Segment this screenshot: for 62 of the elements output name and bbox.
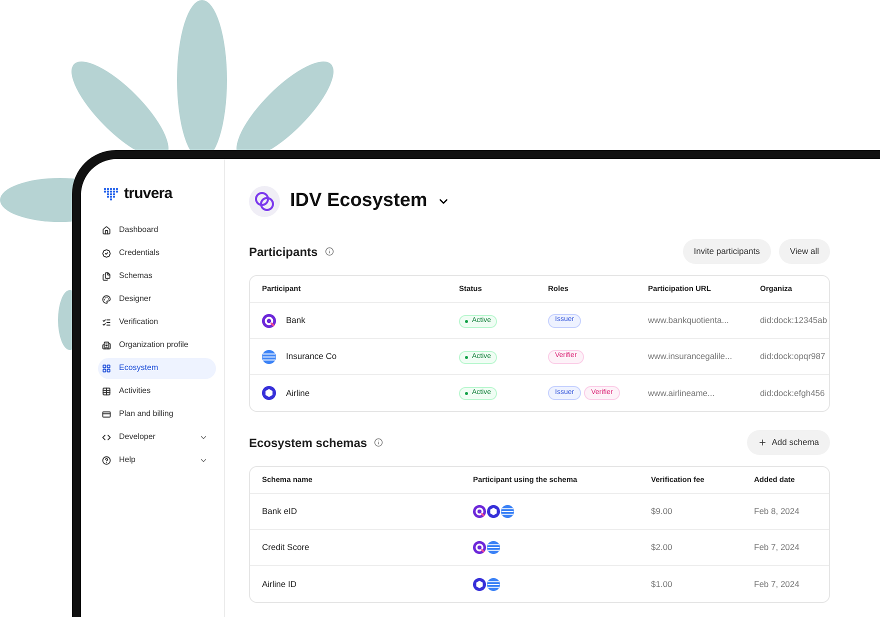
sidebar-item[interactable]: Ecosystem bbox=[98, 358, 216, 378]
hexagon-logo-icon bbox=[473, 578, 486, 590]
participant-name: Bank bbox=[286, 314, 306, 327]
add-schema-button[interactable]: Add schema bbox=[746, 430, 830, 455]
striped-globe-icon bbox=[487, 541, 500, 554]
linked-rings-logo-icon bbox=[249, 186, 280, 217]
added-date: Feb 7, 2024 bbox=[754, 542, 800, 552]
hexagon-logo-icon bbox=[487, 505, 500, 518]
sidebar-item[interactable]: Help bbox=[98, 450, 216, 470]
sidebar-item[interactable]: Dashboard bbox=[98, 220, 216, 240]
sidebar-item[interactable]: Verification bbox=[98, 312, 216, 332]
checklist-icon bbox=[102, 318, 111, 326]
pill-button[interactable]: View all bbox=[778, 239, 830, 264]
participation-url: www.bankquotienta... bbox=[648, 315, 729, 326]
organization-did: did:dock:efgh456 bbox=[760, 388, 825, 398]
brand-name: truvera bbox=[124, 184, 172, 204]
sidebar-item[interactable]: Activities bbox=[98, 380, 216, 402]
q-logo-icon bbox=[473, 541, 486, 554]
verification-fee: $1.00 bbox=[651, 578, 672, 589]
schema-name: Bank eID bbox=[262, 506, 297, 516]
ecosystem-title: IDV Ecosystem bbox=[290, 189, 428, 214]
badge-icon bbox=[102, 248, 111, 258]
hexagon-logo-icon bbox=[262, 386, 276, 400]
striped-globe-icon bbox=[501, 505, 514, 518]
grid-icon bbox=[102, 364, 111, 372]
organization-did: did:dock:12345ab bbox=[760, 315, 828, 326]
table-icon bbox=[102, 386, 111, 396]
help-icon bbox=[102, 456, 111, 464]
striped-globe-icon bbox=[487, 578, 500, 590]
info-icon[interactable] bbox=[324, 247, 334, 256]
participant-name: Insurance Co bbox=[286, 350, 337, 363]
participation-url: www.insurancegalile... bbox=[648, 351, 732, 362]
added-date: Feb 8, 2024 bbox=[754, 506, 800, 516]
info-icon[interactable] bbox=[374, 438, 384, 447]
schema-name: Airline ID bbox=[262, 578, 296, 589]
organization-did: did:dock:opqr987 bbox=[760, 351, 826, 362]
section-title: Ecosystem schemas bbox=[249, 434, 368, 452]
files-icon bbox=[102, 272, 111, 280]
participant-name: Airline bbox=[286, 386, 310, 400]
sidebar-item[interactable]: Designer bbox=[98, 288, 216, 310]
home-icon bbox=[102, 226, 111, 234]
sidebar-item[interactable]: Credentials bbox=[98, 242, 216, 264]
q-logo-icon bbox=[262, 314, 276, 328]
building-icon bbox=[102, 340, 111, 350]
sidebar-item[interactable]: Organization profile bbox=[98, 334, 216, 356]
code-icon bbox=[102, 432, 111, 442]
participation-url: www.airlineame... bbox=[648, 388, 715, 398]
added-date: Feb 7, 2024 bbox=[754, 578, 800, 589]
palette-icon bbox=[102, 294, 111, 304]
dotted-globe-logo-icon bbox=[103, 187, 119, 202]
plus-icon bbox=[758, 438, 767, 447]
sidebar-item[interactable]: Plan and billing bbox=[98, 404, 216, 424]
card-icon bbox=[102, 410, 111, 418]
q-logo-icon bbox=[473, 505, 486, 518]
sidebar-item[interactable]: Developer bbox=[98, 426, 216, 448]
schema-name: Credit Score bbox=[262, 542, 310, 552]
pill-button[interactable]: Invite participants bbox=[682, 239, 771, 264]
verification-fee: $2.00 bbox=[651, 542, 672, 552]
striped-globe-icon bbox=[262, 350, 276, 364]
section-title: Participants bbox=[249, 244, 318, 260]
verification-fee: $9.00 bbox=[651, 506, 672, 516]
sidebar-item[interactable]: Schemas bbox=[98, 266, 216, 286]
